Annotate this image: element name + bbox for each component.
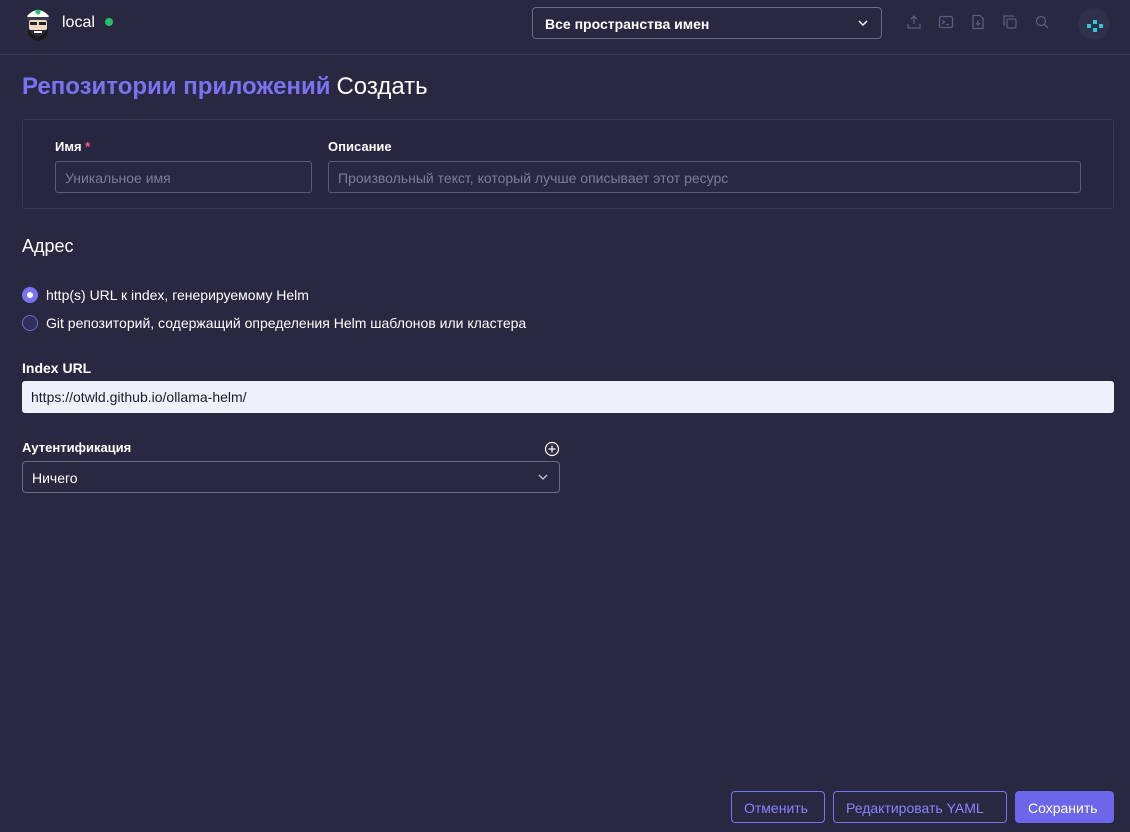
user-avatar[interactable] — [1078, 8, 1110, 40]
description-input[interactable]: Произвольный текст, который лучше описыв… — [328, 161, 1081, 193]
auth-select[interactable]: Ничего — [22, 461, 560, 493]
edit-yaml-button[interactable]: Редактировать YAML — [833, 791, 1007, 823]
name-description-panel: Имя * Уникальное имя Описание Произвольн… — [22, 119, 1114, 209]
address-section-title: Адрес — [22, 236, 74, 256]
cluster-logo-icon[interactable] — [21, 4, 55, 44]
name-label: Имя * — [55, 139, 91, 154]
cluster-name[interactable]: local — [62, 14, 95, 32]
required-asterisk: * — [85, 139, 91, 154]
search-icon[interactable] — [1034, 14, 1050, 30]
kubectl-shell-icon[interactable] — [938, 14, 954, 30]
chevron-down-icon — [858, 20, 868, 26]
namespace-select[interactable]: Все пространства имен — [532, 7, 882, 39]
description-label: Описание — [328, 139, 392, 154]
download-kubeconfig-icon[interactable] — [970, 14, 986, 30]
import-yaml-icon[interactable] — [906, 14, 922, 30]
namespace-select-value: Все пространства имен — [545, 16, 710, 32]
radio-button-checked[interactable] — [22, 287, 38, 303]
index-url-label: Index URL — [22, 360, 92, 376]
radio-git-repo-label[interactable]: Git репозиторий, содержащий определения … — [46, 315, 526, 331]
name-input[interactable]: Уникальное имя — [55, 161, 312, 193]
auth-select-value: Ничего — [32, 470, 78, 486]
add-secret-plus-icon[interactable] — [544, 441, 560, 457]
cluster-status-dot — [105, 18, 113, 26]
radio-button-unchecked[interactable] — [22, 315, 38, 331]
auth-label: Аутентификация — [22, 440, 132, 455]
page-title: Репозитории приложений Создать — [22, 73, 428, 101]
breadcrumb-current: Создать — [336, 73, 428, 100]
index-url-input[interactable]: https://otwld.github.io/ollama-helm/ — [22, 381, 1114, 413]
cancel-button[interactable]: Отменить — [731, 791, 825, 823]
chevron-down-icon — [538, 474, 548, 480]
copy-kubeconfig-icon[interactable] — [1002, 14, 1018, 30]
breadcrumb-app-repositories[interactable]: Репозитории приложений — [22, 73, 330, 100]
save-button[interactable]: Сохранить — [1015, 791, 1114, 823]
top-header: local Все пространства имен — [0, 0, 1130, 55]
radio-helm-index-label[interactable]: http(s) URL к index, генерируемому Helm — [46, 287, 309, 303]
